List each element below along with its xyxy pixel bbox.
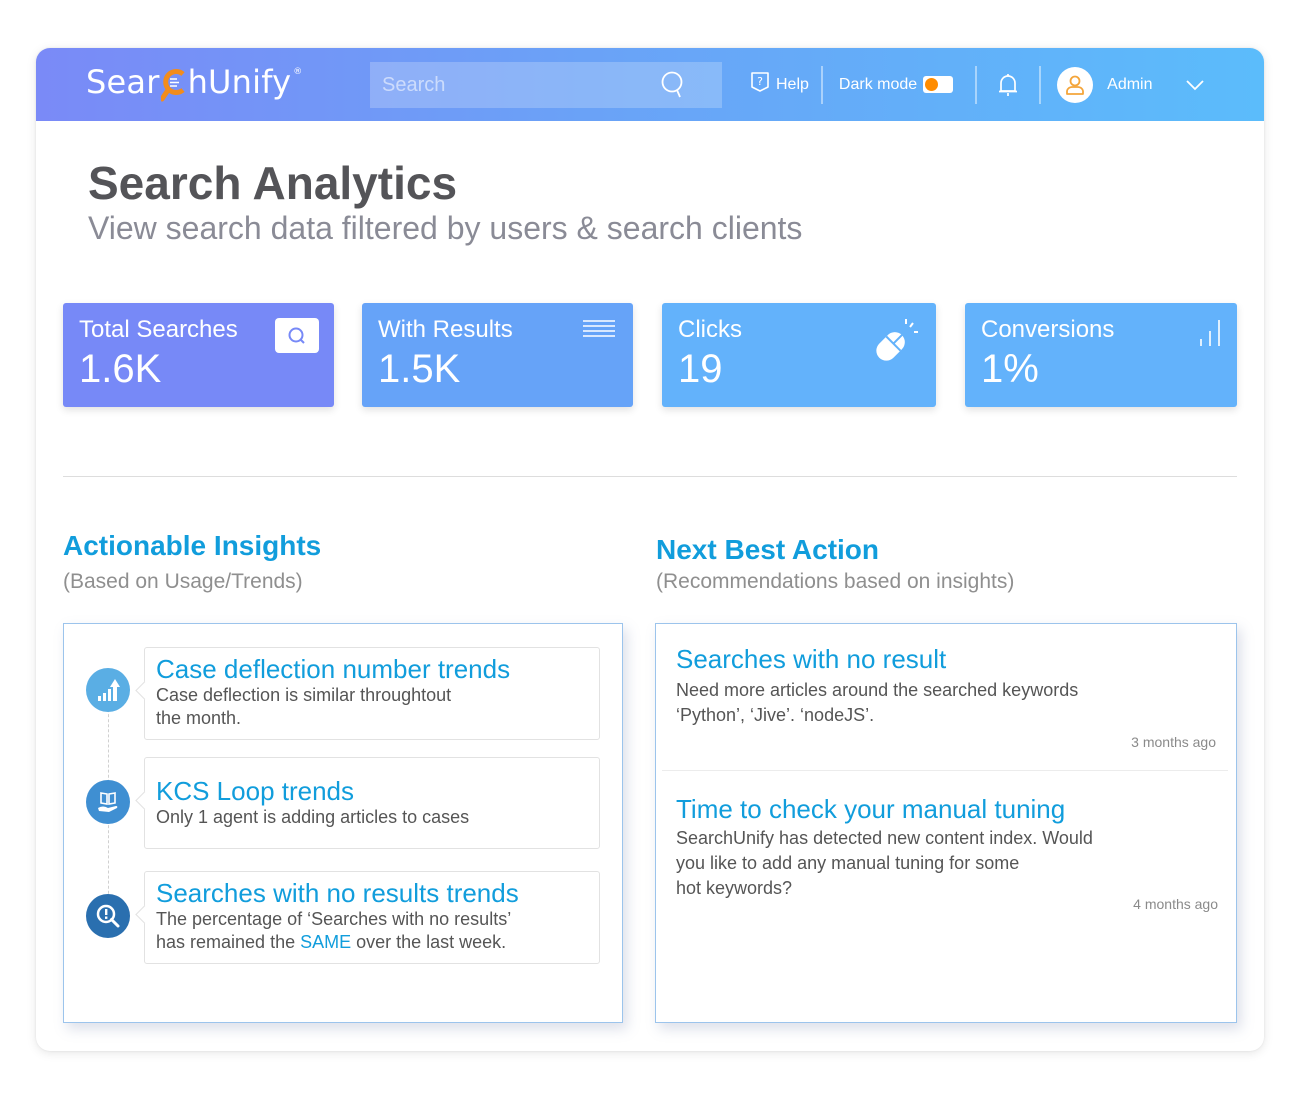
recommendation-line: ‘Python’, ‘Jive’. ‘nodeJS’. [676, 705, 875, 725]
recommendation-divider [662, 770, 1228, 771]
next-best-action-subtitle: (Recommendations based on insights) [656, 570, 1015, 593]
header-divider [820, 65, 823, 104]
stat-value: 1% [981, 347, 1039, 391]
help-link[interactable]: ? Help [750, 71, 809, 98]
toggle-knob [925, 78, 939, 91]
stat-card-with-results[interactable]: With Results 1.5K [362, 303, 633, 407]
help-icon: ? [750, 71, 770, 98]
actionable-insights-title: Actionable Insights [63, 530, 322, 561]
app-window: Sear hUnify ® Search ? Help Dark mode Ad… [36, 48, 1264, 1051]
header-divider [1039, 65, 1042, 104]
stat-card-conversions[interactable]: Conversions 1% [965, 303, 1237, 407]
insight-title: KCS Loop trends [156, 776, 355, 806]
insight-card[interactable]: Searches with no results trends The perc… [144, 871, 600, 964]
dark-mode-label: Dark mode [838, 75, 918, 93]
recommendation-item[interactable]: Searches with no result Need more articl… [676, 644, 1216, 754]
section-divider [63, 476, 1237, 477]
insight-text: over the last week. [351, 932, 507, 952]
insight-card[interactable]: Case deflection number trends Case defle… [144, 647, 600, 740]
dark-mode-toggle[interactable] [923, 76, 954, 93]
logo-text-suffix: hUnify [187, 63, 292, 101]
stat-label: Total Searches [79, 316, 238, 343]
searchunify-logo[interactable]: Sear hUnify ® [86, 62, 303, 102]
stat-value: 1.5K [378, 347, 461, 391]
dark-mode-control: Dark mode [838, 75, 954, 94]
recommendation-line: Need more articles around the searched k… [676, 680, 1079, 700]
stat-label: With Results [378, 316, 513, 343]
stat-label: Conversions [981, 316, 1115, 343]
next-best-action-title: Next Best Action [656, 534, 880, 565]
logo-magnifier-c-icon [159, 65, 187, 102]
recommendation-item[interactable]: Time to check your manual tuning SearchU… [676, 794, 1218, 914]
stat-card-clicks[interactable]: Clicks 19 [662, 303, 936, 407]
insight-description: Case deflection is similar throughtout [156, 685, 452, 705]
stat-card-total-searches[interactable]: Total Searches 1.6K [63, 303, 334, 407]
recommendation-title: Time to check your manual tuning [676, 794, 1066, 824]
recommendation-timestamp: 4 months ago [1133, 896, 1218, 912]
search-input[interactable] [382, 73, 672, 97]
actionable-insights-subtitle: (Based on Usage/Trends) [63, 570, 303, 593]
insight-text: has remained the [156, 932, 301, 952]
insight-card[interactable]: KCS Loop trends Only 1 agent is adding a… [144, 757, 600, 849]
stat-label: Clicks [678, 316, 742, 343]
insight-description: The percentage of ‘Searches with no resu… [156, 909, 512, 929]
top-navigation-bar: Sear hUnify ® Search ? Help Dark mode Ad… [36, 48, 1264, 121]
registered-mark: ® [293, 67, 303, 77]
book-hand-icon [86, 780, 130, 824]
insight-description: Only 1 agent is adding articles to cases [156, 807, 470, 827]
actionable-insights-panel: Case deflection number trends Case defle… [63, 623, 623, 1023]
help-label: Help [776, 75, 809, 93]
logo-text-prefix: Sear [86, 63, 160, 101]
user-icon [1066, 75, 1085, 95]
insight-highlight: SAME [300, 932, 352, 952]
user-name[interactable]: Admin [1107, 76, 1152, 94]
mouse-click-icon [872, 317, 922, 368]
header-divider [975, 65, 978, 104]
recommendation-description: Need more articles around the searched k… [676, 678, 1216, 728]
search-icon[interactable] [660, 71, 686, 104]
recommendation-timestamp: 3 months ago [1131, 734, 1216, 750]
bar-signal-icon [1197, 319, 1223, 352]
page-subtitle: View search data filtered by users & sea… [88, 210, 803, 246]
search-bar [370, 62, 722, 108]
insight-description: has remained the SAME over the last week… [156, 931, 588, 954]
insight-title: Searches with no results trends [156, 878, 519, 908]
search-icon [275, 318, 319, 353]
stat-value: 19 [678, 347, 723, 391]
notification-bell-icon[interactable] [997, 72, 1019, 98]
stat-value: 1.6K [79, 347, 162, 391]
header-actions: ? Help Dark mode Admin [748, 48, 1205, 121]
svg-text:?: ? [757, 75, 763, 88]
insight-title: Case deflection number trends [156, 654, 511, 684]
list-lines-icon [582, 319, 616, 344]
recommendation-description: SearchUnify has detected new content ind… [676, 826, 1216, 901]
page-title: Search Analytics [88, 157, 458, 209]
insight-description: the month. [156, 708, 242, 728]
recommendation-line: you like to add any manual tuning for so… [676, 853, 1020, 873]
recommendation-line: SearchUnify has detected new content ind… [676, 828, 1093, 848]
growth-chart-icon [86, 668, 130, 712]
search-alert-icon [86, 894, 130, 938]
user-avatar[interactable] [1057, 66, 1094, 103]
next-best-action-panel: Searches with no result Need more articl… [655, 623, 1237, 1023]
recommendation-title: Searches with no result [676, 644, 947, 674]
chevron-down-icon[interactable] [1185, 79, 1205, 91]
